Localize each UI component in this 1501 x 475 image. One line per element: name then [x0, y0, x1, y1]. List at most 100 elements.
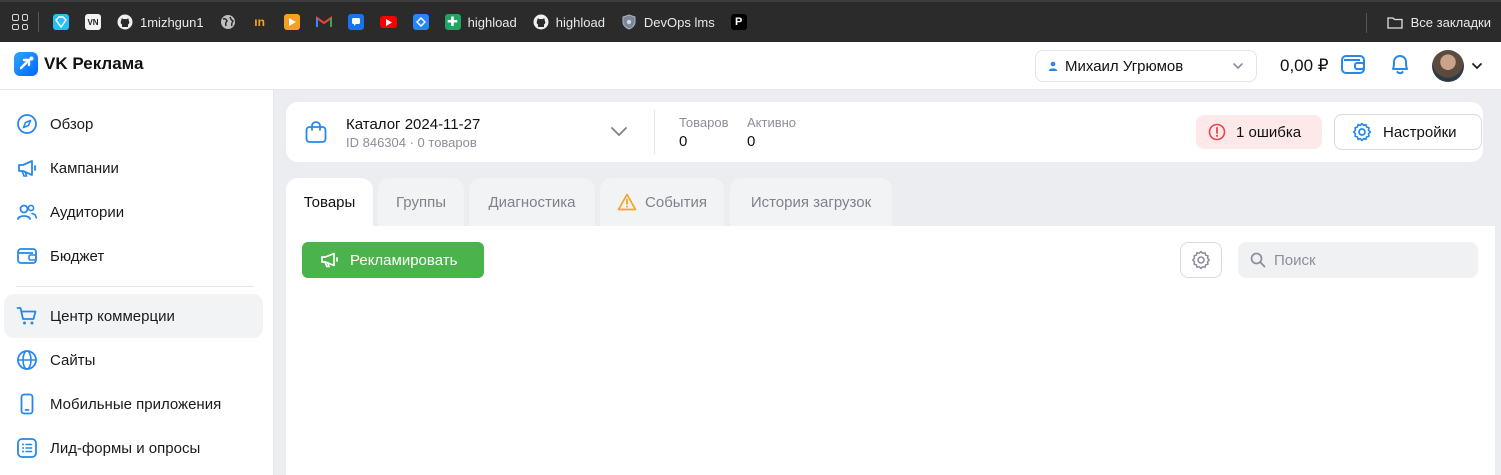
gear-icon: [1191, 250, 1211, 270]
tab-diagnostics[interactable]: Диагностика: [469, 178, 595, 226]
balance-amount[interactable]: 0,00 ₽: [1280, 56, 1329, 76]
bookmark-gem[interactable]: [53, 14, 69, 30]
account-name: Михаил Угрюмов: [1065, 57, 1184, 75]
bookmark-label: DevOps lms: [643, 14, 715, 30]
logo-text: VK Реклама: [44, 54, 144, 73]
promote-label: Рекламировать: [350, 251, 458, 269]
wallet-icon[interactable]: [1340, 52, 1366, 81]
vk-ads-logo[interactable]: VK Реклама: [14, 52, 144, 76]
bookmark-github-1mizhgun1[interactable]: 1mizhgun1: [117, 14, 204, 30]
tab-events[interactable]: События: [600, 178, 724, 226]
chevron-down-icon: [1233, 63, 1243, 70]
plus-icon: ✚: [444, 14, 461, 30]
sidebar-item-campaigns[interactable]: Кампании: [4, 146, 263, 190]
play-icon: [283, 14, 300, 30]
sidebar-item-sites[interactable]: Сайты: [4, 338, 263, 382]
phone-icon: [20, 393, 34, 415]
bookmark-vn[interactable]: VN: [85, 14, 101, 30]
tab-label: Диагностика: [488, 193, 576, 211]
shopping-bag-icon: [305, 121, 327, 143]
bookmark-devops[interactable]: DevOps lms: [621, 14, 715, 30]
search-box[interactable]: [1238, 242, 1478, 278]
sidebar-item-label: Обзор: [50, 115, 94, 133]
bookmark-gmail[interactable]: [315, 14, 332, 30]
sidebar-item-label: Лид-формы и опросы: [50, 439, 201, 457]
account-selector[interactable]: Михаил Угрюмов: [1035, 50, 1257, 82]
chevron-down-icon[interactable]: [610, 124, 628, 138]
bookmark-highload-sheets[interactable]: ✚ highload: [444, 14, 517, 30]
sidebar-item-label: Кампании: [50, 159, 119, 177]
catalog-title[interactable]: Каталог 2024-11-27: [346, 116, 480, 133]
sidebar-item-lead-forms[interactable]: Лид-формы и опросы: [4, 426, 263, 470]
wallet-icon: [17, 248, 37, 264]
bookmark-label: 1mizhgun1: [140, 14, 204, 30]
sidebar-item-label: Аудитории: [50, 203, 125, 221]
errors-button[interactable]: 1 ошибка: [1196, 115, 1322, 149]
tab-groups[interactable]: Группы: [378, 178, 464, 226]
search-input[interactable]: [1274, 251, 1474, 269]
tab-label: События: [645, 193, 707, 211]
sidebar-item-mobile-apps[interactable]: Мобильные приложения: [4, 382, 263, 426]
globe-icon: [220, 14, 236, 30]
settings-label: Настройки: [1383, 123, 1457, 141]
bookmark-chat[interactable]: [347, 14, 364, 30]
sidebar-item-audiences[interactable]: Аудитории: [4, 190, 263, 234]
sidebar-item-budget[interactable]: Бюджет: [4, 234, 263, 278]
gmail-icon: [315, 14, 332, 30]
app-header: VK Реклама Михаил Угрюмов 0,00 ₽: [0, 42, 1501, 90]
sidebar-divider: [16, 286, 254, 287]
cart-icon: [16, 307, 37, 325]
tab-upload-history[interactable]: История загрузок: [730, 178, 892, 226]
folder-icon: [1386, 16, 1403, 29]
all-bookmarks-label: Все закладки: [1410, 14, 1491, 30]
table-settings-button[interactable]: [1180, 242, 1222, 278]
search-icon: [1250, 252, 1266, 268]
gem-icon: [53, 14, 69, 30]
bookmark-highload-github[interactable]: highload: [533, 14, 605, 30]
github-icon: [533, 14, 549, 30]
tab-label: История загрузок: [750, 193, 872, 211]
sidebar-item-commerce-center[interactable]: Центр коммерции: [4, 294, 263, 338]
bookmarks-separator: [38, 12, 39, 32]
tab-products[interactable]: Товары: [286, 178, 373, 226]
in-icon: ın: [254, 15, 265, 29]
promote-button[interactable]: Рекламировать: [302, 242, 484, 278]
youtube-icon: [379, 16, 397, 28]
sidebar-item-label: Сайты: [50, 351, 96, 369]
bookmark-play[interactable]: [283, 14, 300, 30]
list-icon: [17, 438, 37, 458]
user-avatar[interactable]: [1432, 50, 1464, 82]
sidebar: Обзор Кампании Аудитории Бюджет Центр ко…: [0, 90, 274, 475]
stat-active-label: Активно: [747, 115, 797, 130]
vn-icon: VN: [85, 14, 101, 30]
warning-icon: [617, 193, 637, 211]
chevron-down-icon[interactable]: [1471, 61, 1483, 71]
main-content: Каталог 2024-11-27 ID 846304 · 0 товаров…: [274, 90, 1501, 475]
sidebar-item-label: Мобильные приложения: [50, 395, 222, 413]
users-icon: [17, 204, 38, 220]
sidebar-item-overview[interactable]: Обзор: [4, 102, 263, 146]
bookmark-youtube[interactable]: [379, 16, 397, 28]
errors-label: 1 ошибка: [1236, 123, 1302, 141]
all-bookmarks-button[interactable]: Все закладки: [1386, 2, 1491, 42]
bookmark-globe[interactable]: [220, 14, 236, 30]
vk-ads-logo-icon: [14, 52, 38, 76]
catalog-subtitle: ID 846304 · 0 товаров: [346, 135, 477, 150]
tab-label: Группы: [396, 193, 446, 211]
tab-label: Товары: [303, 193, 356, 211]
bell-icon[interactable]: [1389, 52, 1411, 81]
bookmark-in[interactable]: ın: [252, 14, 268, 30]
settings-button[interactable]: Настройки: [1334, 114, 1482, 150]
p-icon: P: [730, 14, 747, 30]
gear-icon: [1352, 122, 1372, 142]
bookmarks-separator: [1366, 13, 1367, 33]
github-icon: [117, 14, 133, 30]
sidebar-item-label: Бюджет: [50, 247, 105, 265]
shield-icon: [621, 14, 637, 30]
stat-active-value: 0: [747, 133, 756, 150]
catalog-divider: [654, 110, 655, 154]
bookmark-p[interactable]: P: [730, 14, 747, 30]
sidebar-item-label: Центр коммерции: [50, 307, 175, 325]
bookmark-jira[interactable]: [412, 14, 429, 30]
apps-grid-icon[interactable]: [12, 14, 28, 30]
